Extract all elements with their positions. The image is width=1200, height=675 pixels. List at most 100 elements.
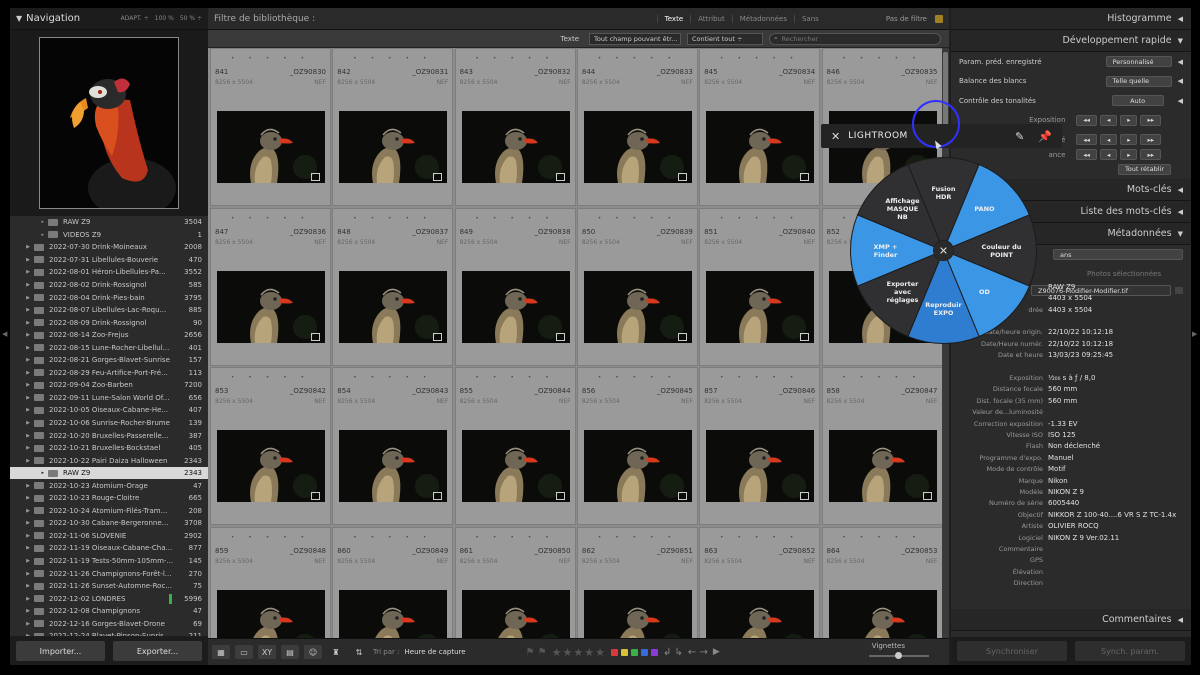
thumbnail-image[interactable]: [828, 430, 937, 503]
thumbnail-cell[interactable]: • • • • • 844 _OZ90833 8256 x 5504 NEF: [576, 48, 698, 206]
thumbnail-cell[interactable]: • • • • • 850 _OZ90839 8256 x 5504 NEF: [576, 207, 698, 366]
folder-item[interactable]: ▶ 2022-08-02 Drink-Rossignol 585: [10, 279, 208, 292]
thumbnail-image[interactable]: [217, 270, 325, 343]
sort-select[interactable]: Heure de capture: [405, 648, 466, 656]
grid-view-icon[interactable]: ▦: [212, 645, 230, 659]
tab-metadata[interactable]: Métadonnées: [731, 14, 794, 23]
edited-badge-icon[interactable]: [555, 332, 565, 341]
flag-icon[interactable]: ⚑ ⚑: [526, 647, 547, 658]
color-label-swatch[interactable]: [650, 648, 658, 656]
close-icon[interactable]: ✕: [939, 245, 948, 258]
import-button[interactable]: Importer...: [16, 641, 105, 661]
disclosure-triangle-icon[interactable]: ▶: [10, 244, 34, 250]
folder-item[interactable]: ▶ 2022-08-04 Drink-Pies-bain 3795: [10, 291, 208, 304]
loupe-view-icon[interactable]: ▭: [235, 645, 253, 659]
thumbnail-image[interactable]: [339, 111, 448, 183]
thumbnail-cell[interactable]: • • • • • 862 _OZ90851 8256 x 5504 NEF: [576, 527, 698, 638]
folder-item[interactable]: ▶ 2022-08-01 Héron-Libellules-Pa... 3552: [10, 266, 208, 279]
navigator-photo[interactable]: [39, 37, 179, 209]
tone-triangle-icon[interactable]: ◀: [1178, 97, 1183, 105]
disclosure-triangle-icon[interactable]: ▶: [10, 395, 34, 401]
color-label-swatch[interactable]: [610, 648, 618, 656]
close-icon[interactable]: ✕: [831, 130, 840, 143]
edited-badge-icon[interactable]: [433, 332, 443, 341]
folder-item[interactable]: ▶ 2022-10-20 Bruxelles-Passerelle... 387: [10, 429, 208, 442]
disclosure-triangle-icon[interactable]: ▶: [10, 257, 34, 263]
wb-select[interactable]: Telle quelle: [1105, 75, 1172, 87]
zoom-50-option[interactable]: 50 % ÷: [180, 15, 202, 22]
disclosure-triangle-icon[interactable]: ▶: [10, 332, 34, 338]
disclosure-triangle-icon[interactable]: ▶: [10, 307, 34, 313]
disclosure-triangle-icon[interactable]: ▶: [10, 608, 34, 614]
vibrance-plus2[interactable]: ▸▸: [1140, 149, 1161, 160]
thumbnail-cell[interactable]: • • • • • 842 _OZ90831 8256 x 5504 NEF: [332, 48, 454, 206]
nav-arrows-icon[interactable]: ← →: [688, 647, 708, 658]
survey-view-icon[interactable]: ▤: [281, 645, 299, 659]
thumbnail-cell[interactable]: • • • • • 849 _OZ90838 8256 x 5504 NEF: [454, 207, 576, 366]
edited-badge-icon[interactable]: [677, 492, 687, 501]
folder-item[interactable]: ▶ 2022-09-04 Zoo-Barben 7200: [10, 379, 208, 392]
left-panel-toggle-icon[interactable]: ◀: [2, 330, 7, 338]
disclosure-triangle-icon[interactable]: ▶: [10, 533, 34, 539]
tab-text[interactable]: Texte: [656, 14, 690, 23]
folder-item[interactable]: ▶ 2022-11-26 Champignons-Forêt-l... 270: [10, 567, 208, 580]
disclosure-triangle-icon[interactable]: ▶: [10, 508, 34, 514]
thumbnail-image[interactable]: [461, 590, 570, 638]
thumbnail-cell[interactable]: • • • • • 841 _OZ90830 8256 x 5504 NEF: [210, 48, 331, 206]
exposure-minus[interactable]: ◂: [1099, 114, 1118, 126]
edited-badge-icon[interactable]: [800, 492, 810, 501]
collapse-triangle-icon[interactable]: ◀: [1178, 616, 1183, 624]
folder-item[interactable]: ▶ 2022-10-21 Bruxelles-Bockstael 405: [10, 442, 208, 455]
folder-item[interactable]: ▶ 2022-11-19 Tests-50mm-105mm-... 145: [10, 555, 208, 568]
folder-item[interactable]: ▶ 2022-11-06 SLOVENIE 2902: [10, 530, 208, 543]
disclosure-triangle-icon[interactable]: ▶: [10, 458, 34, 464]
vibrance-minus[interactable]: ◂: [1099, 149, 1118, 160]
expand-triangle-icon[interactable]: ▼: [1178, 37, 1183, 45]
folder-list[interactable]: ▸ RAW Z9 3504 ▸ VIDEOS Z9 1 ▶ 2022-07-30 Drink-…: [10, 216, 208, 636]
spray-can-icon[interactable]: ♜: [327, 645, 345, 659]
disclosure-triangle-icon[interactable]: ▶: [10, 382, 34, 388]
edited-badge-icon[interactable]: [311, 173, 320, 181]
thumbnail-cell[interactable]: • • • • • 848 _OZ90837 8256 x 5504 NEF: [332, 207, 454, 366]
disclosure-triangle-icon[interactable]: ▶: [10, 596, 34, 602]
disclosure-triangle-icon[interactable]: ▸: [10, 470, 48, 476]
pencil-icon[interactable]: ✎: [1015, 130, 1024, 143]
folder-item[interactable]: ▸ VIDEOS Z9 1: [10, 229, 208, 242]
color-label-swatch[interactable]: [620, 648, 628, 656]
tab-none[interactable]: Sans: [793, 14, 826, 23]
thumbnail-image[interactable]: [461, 111, 570, 183]
slideshow-icon[interactable]: ▶: [713, 647, 720, 657]
folder-item[interactable]: ▶ 2022-10-30 Cabane-Bergeronne... 3708: [10, 517, 208, 530]
disclosure-triangle-icon[interactable]: ▶: [10, 495, 34, 501]
thumbnail-image[interactable]: [706, 430, 815, 503]
lock-icon[interactable]: [935, 14, 943, 23]
zoom-100-option[interactable]: 100 %: [155, 15, 174, 22]
edited-badge-icon[interactable]: [555, 492, 565, 501]
clarity-minus[interactable]: ◂: [1099, 134, 1118, 146]
exposure-plus2[interactable]: ▸▸: [1140, 114, 1161, 126]
folder-item[interactable]: ▶ 2022-08-09 Drink-Rossignol 90: [10, 316, 208, 329]
thumbnail-image[interactable]: [583, 430, 692, 503]
edited-badge-icon[interactable]: [922, 492, 932, 501]
disclosure-triangle-icon[interactable]: ▶: [10, 621, 34, 627]
folder-item[interactable]: ▶ 2022-07-30 Drink-Moineaux 2008: [10, 241, 208, 254]
thumbnail-cell[interactable]: • • • • • 858 _OZ90847 8256 x 5504 NEF: [821, 367, 943, 526]
thumbnail-image[interactable]: [706, 111, 815, 183]
vibrance-plus[interactable]: ▸: [1120, 149, 1138, 160]
disclosure-triangle-icon[interactable]: ▶: [10, 520, 34, 526]
disclosure-triangle-icon[interactable]: ▶: [10, 433, 34, 439]
filter-preset[interactable]: Pas de filtre: [886, 15, 927, 23]
folder-item[interactable]: ▶ 2022-10-05 Oiseaux-Cabane-He... 407: [10, 404, 208, 417]
disclosure-triangle-icon[interactable]: ▶: [10, 633, 34, 636]
edited-badge-icon[interactable]: [677, 173, 687, 181]
folder-item[interactable]: ▸ RAW Z9 3504: [10, 216, 208, 229]
folder-item[interactable]: ▶ 2022-11-19 Oiseaux-Cabane-Cha... 877: [10, 542, 208, 555]
preset-triangle-icon[interactable]: ◀: [1178, 58, 1183, 66]
thumbnail-image[interactable]: [583, 590, 692, 638]
thumbnail-image[interactable]: [828, 590, 937, 638]
folder-item[interactable]: ▶ 2022-10-24 Atomium-Filés-Tram... 208: [10, 505, 208, 518]
thumbnail-image[interactable]: [217, 430, 325, 503]
disclosure-triangle-icon[interactable]: ▶: [10, 345, 34, 351]
folder-item[interactable]: ▶ 2022-11-26 Sunset-Automne-Roc... 75: [10, 580, 208, 593]
exposure-plus[interactable]: ▸: [1120, 114, 1138, 126]
